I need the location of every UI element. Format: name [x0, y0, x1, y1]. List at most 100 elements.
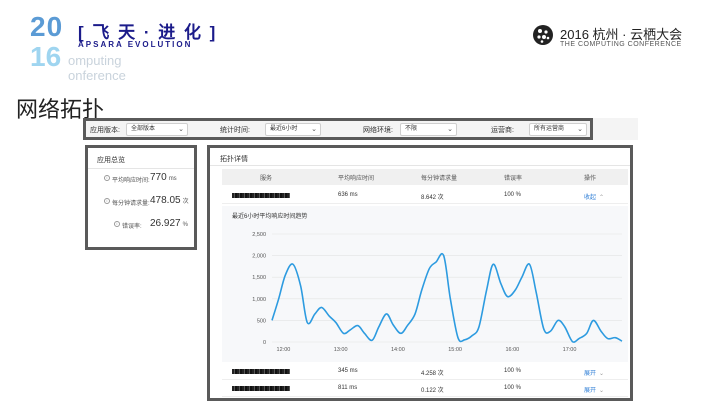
- filter-app-version: 应用版本: 全部版本 ⌄: [90, 123, 200, 137]
- info-icon[interactable]: i: [104, 175, 110, 181]
- response-time-trend-chart: 最近6小时平均响应时间趋势 0 500 1,000 1,500 2,000 2,500 12…: [222, 206, 628, 362]
- metric-number: 478.05: [150, 195, 181, 206]
- logo-year-bottom: 16: [30, 41, 62, 72]
- divider: [210, 165, 630, 166]
- table-row[interactable]: 345 ms 4.258 次 100 % 展开 ⌄: [222, 364, 628, 380]
- filter-label: 运营商:: [491, 127, 514, 134]
- metric-unit: %: [182, 222, 188, 228]
- app-version-select[interactable]: 全部版本 ⌄: [126, 123, 188, 136]
- info-icon[interactable]: i: [104, 198, 110, 204]
- row-response-time: 636 ms: [338, 192, 358, 198]
- filter-network: 网络环境: 不限 ⌄: [363, 123, 473, 137]
- x-tick-label: 13:00: [334, 347, 348, 353]
- logo-subtitle-conference: onference: [68, 68, 126, 83]
- row-error-rate: 100 %: [504, 368, 522, 374]
- chevron-down-icon: ⌄: [577, 126, 583, 133]
- overview-row-error-rate: i 错误率: 26.927%: [92, 218, 196, 232]
- conference-mark-icon: [533, 25, 553, 45]
- metric-unit: ms: [168, 176, 177, 182]
- filter-carrier: 运营商: 所有运营商 ⌄: [491, 123, 591, 137]
- chevron-down-icon: ⌄: [178, 126, 184, 133]
- y-tick-label: 0: [263, 340, 266, 346]
- redacted-service-name: [232, 369, 290, 374]
- column-header-service: 服务: [260, 176, 273, 182]
- redacted-service-name: [232, 386, 290, 391]
- computing-conference-logo: 2016 杭州 · 云栖大会 THE COMPUTING CONFERENCE: [532, 22, 692, 52]
- conference-subtitle: THE COMPUTING CONFERENCE: [560, 41, 682, 48]
- x-tick-label: 12:00: [277, 347, 291, 353]
- metric-number: 770: [150, 172, 167, 183]
- row-requests: 0.122 次: [421, 388, 444, 394]
- x-tick-label: 14:00: [391, 347, 405, 353]
- y-tick-label: 1,500: [252, 275, 266, 281]
- row-error-rate: 100 %: [504, 192, 522, 198]
- filter-label: 网络环境:: [363, 127, 393, 134]
- overview-row-requests: i 每分钟请求量: 478.05 次: [92, 195, 196, 209]
- filter-label: 统计时间:: [220, 127, 250, 134]
- column-header-response-time: 平均响应时间: [338, 176, 375, 182]
- select-value: 最近6小时: [270, 126, 298, 132]
- expand-link[interactable]: 展开 ⌄: [584, 385, 604, 394]
- row-error-rate: 100 %: [504, 385, 522, 391]
- table-row[interactable]: 811 ms 0.122 次 100 % 展开 ⌄: [222, 381, 628, 397]
- column-header-action: 操作: [584, 176, 597, 182]
- action-label: 展开: [584, 371, 597, 377]
- filter-bar-extension: [593, 118, 638, 140]
- x-tick-label: 16:00: [505, 347, 519, 353]
- redacted-service-name: [232, 193, 290, 198]
- y-tick-label: 1,000: [252, 297, 266, 303]
- filter-bar: 应用版本: 全部版本 ⌄ 统计时间: 最近6小时 ⌄ 网络环境: 不限 ⌄ 运营…: [83, 118, 638, 140]
- app-overview-panel: 应用总览 i 平均响应时间: 770 ms i 每分钟请求量: 478.05 次 i…: [85, 145, 197, 250]
- collapse-link[interactable]: 收起 ⌃: [584, 192, 604, 201]
- chevron-down-icon: ⌄: [599, 371, 605, 377]
- table-header: 服务 平均响应时间 每分钟请求量 错误率 操作: [222, 169, 628, 185]
- row-response-time: 345 ms: [338, 368, 358, 374]
- action-label: 展开: [584, 388, 597, 394]
- divider: [88, 168, 194, 169]
- metric-unit: 次: [182, 199, 189, 205]
- apsara-conference-logo: 20 16 [ 飞 天 · 进 化 ] APSARA EVOLUTION omp…: [30, 11, 215, 83]
- trend-chart-svg: 0 500 1,000 1,500 2,000 2,500 12:00 13:00 14:00 1…: [252, 232, 623, 353]
- metric-value: 26.927%: [150, 218, 188, 229]
- filter-time-range: 统计时间: 最近6小时 ⌄: [220, 123, 340, 137]
- metric-value: 770 ms: [150, 172, 177, 183]
- column-header-error-rate: 错误率: [504, 176, 523, 182]
- filter-label: 应用版本:: [90, 127, 120, 134]
- y-tick-label: 500: [257, 318, 266, 324]
- carrier-select[interactable]: 所有运营商 ⌄: [529, 123, 587, 136]
- time-range-select[interactable]: 最近6小时 ⌄: [265, 123, 321, 136]
- chevron-down-icon: ⌄: [311, 126, 317, 133]
- chevron-down-icon: ⌄: [447, 126, 453, 133]
- network-select[interactable]: 不限 ⌄: [400, 123, 457, 136]
- x-tick-label: 17:00: [563, 347, 577, 353]
- column-header-requests: 每分钟请求量: [421, 176, 458, 182]
- logo-english-text: APSARA EVOLUTION: [78, 40, 193, 49]
- topology-detail-panel: 拓扑详情 服务 平均响应时间 每分钟请求量 错误率 操作 636 ms 8.64…: [207, 145, 633, 401]
- metric-label: 每分钟请求量:: [112, 201, 150, 207]
- table-row[interactable]: 636 ms 8.642 次 100 % 收起 ⌃: [222, 188, 628, 204]
- logo-subtitle-computing: omputing: [68, 53, 122, 68]
- metric-value: 478.05 次: [150, 195, 189, 206]
- row-response-time: 811 ms: [338, 385, 358, 391]
- metric-label: 错误率:: [122, 224, 142, 230]
- chevron-down-icon: ⌄: [599, 388, 605, 394]
- y-tick-label: 2,000: [252, 254, 266, 260]
- panel-title: 拓扑详情: [220, 156, 248, 163]
- logo-year-top: 20: [30, 11, 64, 42]
- info-icon[interactable]: i: [114, 221, 120, 227]
- panel-title: 应用总览: [97, 157, 125, 164]
- metric-number: 26.927: [150, 218, 181, 229]
- select-value: 全部版本: [131, 126, 156, 132]
- action-label: 收起: [584, 195, 597, 201]
- select-value: 不限: [405, 126, 418, 132]
- select-value: 所有运营商: [534, 126, 565, 132]
- row-requests: 4.258 次: [421, 371, 444, 377]
- chevron-up-icon: ⌃: [599, 195, 605, 201]
- metric-label: 平均响应时间:: [112, 178, 150, 184]
- expand-link[interactable]: 展开 ⌄: [584, 368, 604, 377]
- y-tick-label: 2,500: [252, 232, 266, 238]
- overview-row-response-time: i 平均响应时间: 770 ms: [92, 172, 196, 186]
- series-line: [271, 252, 623, 343]
- x-tick-label: 15:00: [448, 347, 462, 353]
- row-requests: 8.642 次: [421, 195, 444, 201]
